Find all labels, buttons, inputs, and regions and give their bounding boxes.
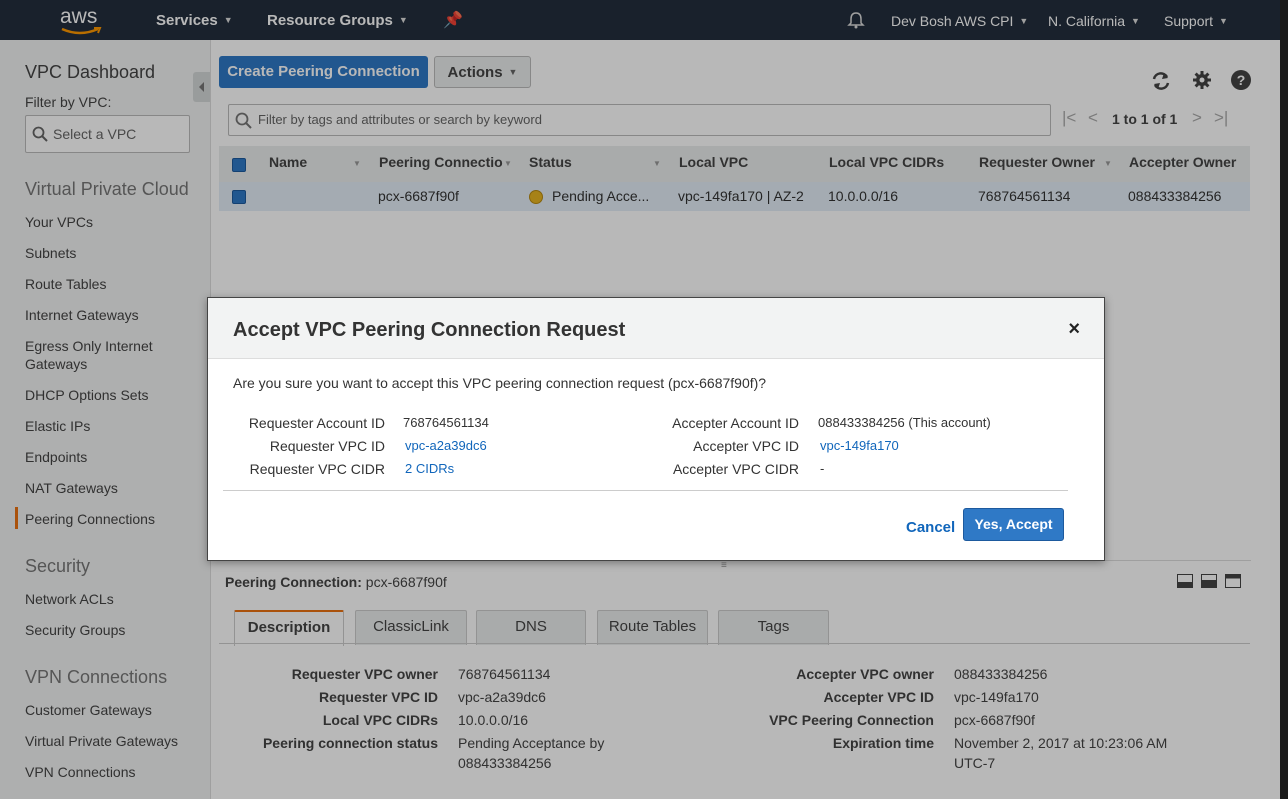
value-requester-account-id: 768764561134 (403, 415, 489, 430)
window-edge (1280, 0, 1288, 799)
value-accepter-vpc-cidr: - (820, 461, 825, 476)
link-requester-vpc-cidrs[interactable]: 2 CIDRs (405, 461, 454, 476)
modal-divider (223, 490, 1068, 491)
label-accepter-account-id: Accepter Account ID (672, 415, 799, 431)
label-requester-account-id: Requester Account ID (248, 415, 385, 431)
modal-header: Accept VPC Peering Connection Request × (208, 298, 1104, 359)
modal-question: Are you sure you want to accept this VPC… (233, 375, 767, 391)
label-accepter-vpc-cidr: Accepter VPC CIDR (672, 461, 799, 477)
label-accepter-vpc-id: Accepter VPC ID (693, 438, 799, 454)
yes-accept-button[interactable]: Yes, Accept (963, 508, 1064, 541)
link-requester-vpc-id[interactable]: vpc-a2a39dc6 (405, 438, 487, 453)
accept-peering-modal: Accept VPC Peering Connection Request × … (207, 297, 1105, 561)
modal-title: Accept VPC Peering Connection Request (233, 319, 626, 341)
close-icon[interactable]: × (1068, 318, 1080, 341)
label-requester-vpc-id: Requester VPC ID (269, 438, 385, 454)
label-requester-vpc-cidr: Requester VPC CIDR (249, 461, 385, 477)
value-accepter-account-id: 088433384256 (This account) (818, 415, 991, 430)
cancel-button[interactable]: Cancel (906, 519, 955, 536)
link-accepter-vpc-id[interactable]: vpc-149fa170 (820, 438, 899, 453)
